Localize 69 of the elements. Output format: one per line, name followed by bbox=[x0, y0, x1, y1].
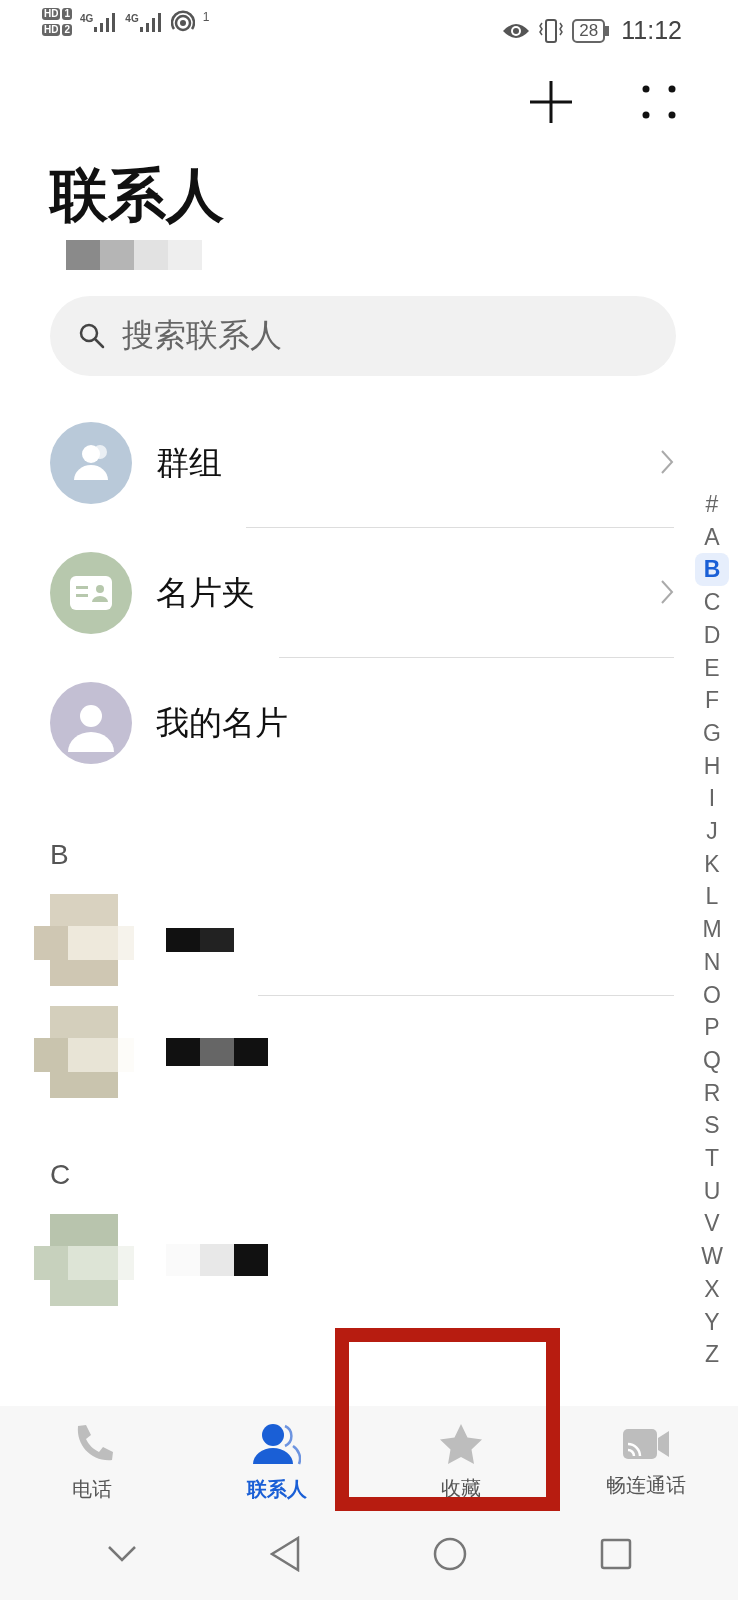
avatar-icon bbox=[50, 551, 132, 634]
sim-slot: 1 bbox=[62, 8, 72, 20]
signal-icon bbox=[93, 11, 118, 33]
index-letter[interactable]: T bbox=[695, 1142, 729, 1175]
index-letter[interactable]: J bbox=[695, 815, 729, 848]
recents-icon[interactable] bbox=[599, 1538, 632, 1570]
item-label: 群组 bbox=[156, 442, 222, 483]
list-item[interactable]: 群组 bbox=[0, 397, 690, 528]
index-letter[interactable]: H bbox=[695, 749, 729, 783]
tab[interactable]: 电话 bbox=[0, 1406, 185, 1520]
index-letter[interactable]: A bbox=[695, 520, 729, 554]
index-letter[interactable]: Q bbox=[695, 1043, 729, 1077]
tab[interactable]: 收藏 bbox=[369, 1406, 554, 1520]
index-letter[interactable]: S bbox=[695, 1109, 729, 1143]
list-item[interactable]: 名片夹 bbox=[0, 527, 690, 658]
index-letter[interactable]: Y bbox=[695, 1305, 729, 1339]
index-letter[interactable]: K bbox=[695, 847, 729, 881]
index-letter[interactable]: W bbox=[695, 1240, 729, 1273]
index-letter[interactable]: M bbox=[695, 913, 729, 946]
index-letter[interactable]: V bbox=[695, 1207, 729, 1241]
avatar-icon bbox=[50, 421, 132, 504]
tab[interactable]: 联系人 bbox=[184, 1406, 369, 1520]
sim-badge: HD bbox=[42, 24, 61, 36]
network-label: 4G bbox=[125, 12, 139, 26]
index-letter[interactable]: # bbox=[695, 488, 729, 521]
index-letter[interactable]: E bbox=[695, 651, 729, 685]
index-letter[interactable]: N bbox=[695, 945, 729, 979]
index-letter[interactable]: Z bbox=[695, 1338, 729, 1371]
index-letter[interactable]: D bbox=[695, 618, 729, 652]
add-icon[interactable] bbox=[530, 81, 572, 123]
item-label: 我的名片 bbox=[156, 702, 288, 743]
index-letter[interactable]: G bbox=[695, 716, 729, 750]
index-letter[interactable]: F bbox=[695, 684, 729, 717]
home-icon[interactable] bbox=[432, 1537, 467, 1571]
avatar-icon bbox=[50, 681, 132, 764]
hotspot-icon bbox=[170, 10, 195, 34]
index-letter[interactable]: O bbox=[695, 978, 729, 1012]
index-letter[interactable]: B bbox=[695, 553, 729, 587]
battery-level: 28 bbox=[572, 18, 606, 43]
hotspot-count: 1 bbox=[202, 9, 210, 26]
back-icon[interactable] bbox=[269, 1536, 300, 1572]
redacted-name bbox=[166, 927, 234, 952]
vibrate-icon bbox=[538, 17, 565, 44]
list-item[interactable]: 我的名片 bbox=[0, 657, 690, 788]
page-title: 联系人 bbox=[50, 161, 225, 229]
index-letter[interactable]: C bbox=[695, 586, 729, 619]
search-icon bbox=[78, 321, 106, 350]
video-call-icon bbox=[621, 1426, 670, 1462]
sim-badge: HD bbox=[42, 8, 61, 20]
signal-icon bbox=[138, 11, 163, 33]
index-letter[interactable]: L bbox=[695, 880, 729, 914]
item-label: 名片夹 bbox=[156, 572, 255, 613]
section-letter: C bbox=[50, 1157, 71, 1192]
index-letter[interactable]: X bbox=[695, 1272, 729, 1306]
collapse-icon[interactable] bbox=[106, 1545, 137, 1563]
search-field[interactable]: 搜索联系人 bbox=[50, 295, 676, 376]
index-letter[interactable]: I bbox=[695, 782, 729, 816]
battery-tip-icon bbox=[605, 25, 610, 36]
sim-slot: 2 bbox=[62, 24, 72, 36]
section-letter: B bbox=[50, 837, 69, 872]
tab[interactable]: 畅连通话 bbox=[553, 1406, 738, 1520]
more-icon[interactable] bbox=[642, 85, 676, 119]
contacts-icon bbox=[252, 1422, 301, 1466]
index-letter[interactable]: P bbox=[695, 1011, 729, 1044]
index-letter[interactable]: U bbox=[695, 1174, 729, 1208]
index-letter[interactable]: R bbox=[695, 1076, 729, 1110]
network-label: 4G bbox=[80, 12, 94, 26]
star-icon bbox=[439, 1423, 484, 1465]
clock: 11:12 bbox=[621, 15, 682, 46]
